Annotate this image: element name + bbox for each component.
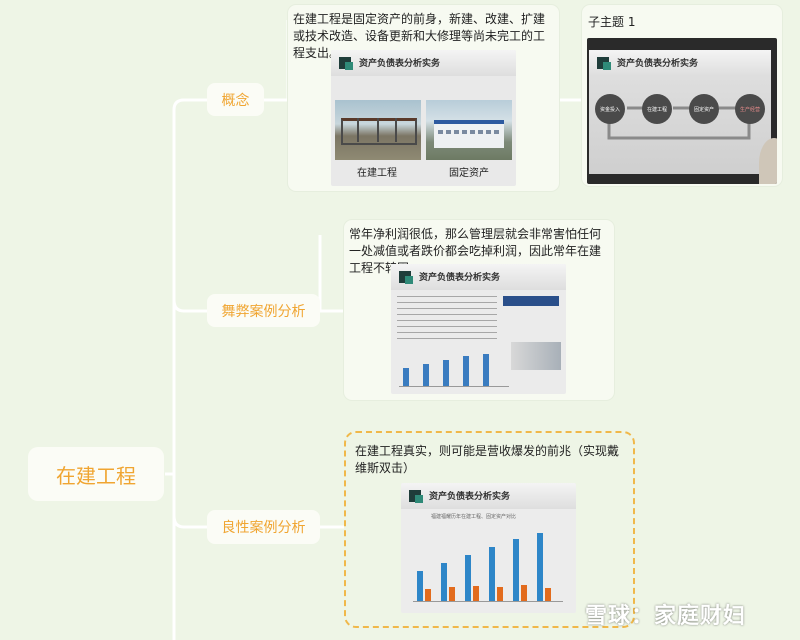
fraud-slide-title: 资产负债表分析实务 [419, 273, 501, 283]
flow-step-3: 固定资产 [689, 94, 719, 124]
root-node[interactable]: 在建工程 [28, 447, 164, 501]
concept-card[interactable]: 在建工程是固定资产的前身，新建、改建、扩建或技术改造、设备更新和大修理等尚未完工… [288, 5, 559, 191]
fraud-card[interactable]: 常年净利润很低，那么管理层就会非常害怕任何一处减值或者跌价都会吃掉利润，因此常年… [344, 220, 614, 400]
watermark: 雪球：家庭财妇 [585, 598, 746, 630]
factory-photo [426, 100, 512, 160]
flow-step-2: 在建工程 [642, 94, 672, 124]
flow-step-1: 资金投入 [595, 94, 625, 124]
benign-slide-title: 资产负债表分析实务 [429, 492, 511, 502]
subtopic-slide-photo: 资产负债表分析实务 资金投入 在建工程 固定资产 生产经营 [587, 38, 777, 184]
subtopic-label: 子主题 1 [588, 15, 636, 29]
caption-left: 在建工程 [357, 168, 397, 179]
fraud-slide-photo: 资产负债表分析实务 [391, 264, 566, 394]
flow-step-4: 生产经营 [735, 94, 765, 124]
fraud-text-block [397, 296, 497, 340]
fraud-product-photo [511, 342, 561, 370]
fraud-bar-chart [399, 344, 509, 387]
slide-header: 资产负债表分析实务 [391, 264, 566, 290]
branch-benign-label: 良性案例分析 [221, 520, 306, 536]
branch-fraud-case[interactable]: 舞弊案例分析 [207, 294, 320, 327]
benign-bar-chart [413, 523, 563, 602]
benign-slide-photo: 资产负债表分析实务 福建福耀历年在建工程、固定资产对比 [401, 483, 576, 613]
root-label: 在建工程 [56, 463, 136, 488]
concept-slide-photo: 资产负债表分析实务 在建工程 固定资产 [331, 50, 516, 186]
branch-benign-case[interactable]: 良性案例分析 [207, 510, 320, 544]
watermark-text: 雪球：家庭财妇 [585, 604, 747, 629]
caption-right: 固定资产 [449, 168, 489, 179]
concept-slide-title: 资产负债表分析实务 [359, 59, 441, 69]
subtopic-card[interactable]: 子主题 1 资产负债表分析实务 资金投入 在建工程 固定资产 生产经营 [582, 5, 782, 186]
benign-chart-subtitle: 福建福耀历年在建工程、固定资产对比 [431, 514, 517, 520]
branch-concept-label: 概念 [221, 92, 250, 109]
construction-photo [335, 100, 421, 160]
slide-header: 资产负债表分析实务 [401, 483, 576, 509]
branch-fraud-label: 舞弊案例分析 [221, 303, 306, 320]
benign-text: 在建工程真实，则可能是营收爆发的前兆（实现戴维斯双击） [355, 444, 620, 475]
slide-header: 资产负债表分析实务 [331, 50, 516, 76]
branch-concept[interactable]: 概念 [207, 83, 264, 116]
fraud-logo-banner [503, 296, 559, 306]
